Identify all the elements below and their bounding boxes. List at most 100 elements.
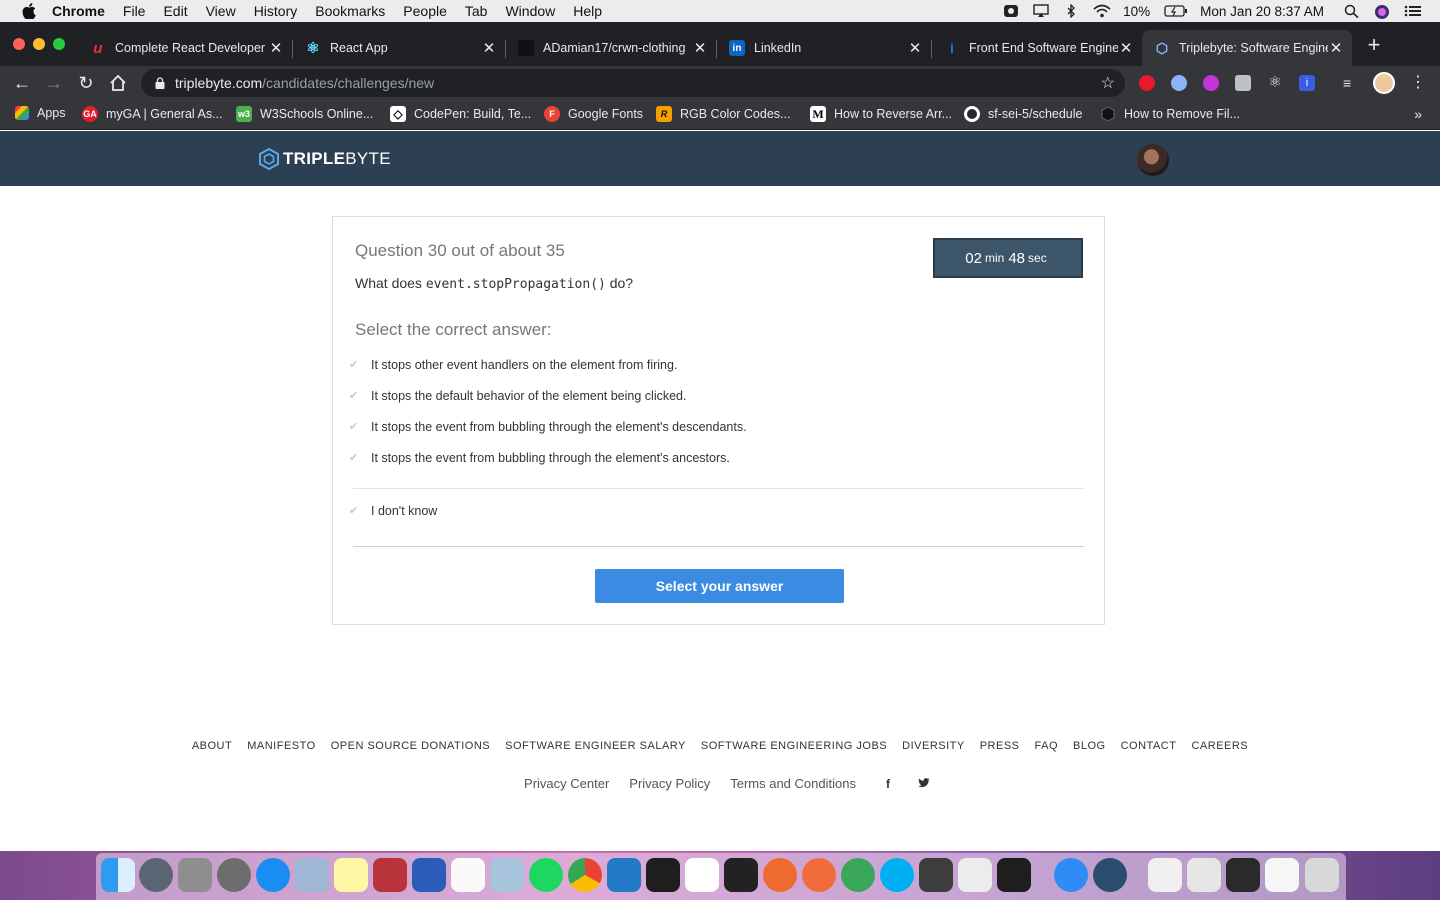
- forward-icon[interactable]: →: [43, 72, 65, 94]
- tab-front-end-engineer[interactable]: i Front End Software Enginee ✕: [932, 30, 1142, 66]
- address-bar[interactable]: triplebyte.com/candidates/challenges/new…: [141, 69, 1125, 97]
- twitter-icon[interactable]: [918, 777, 930, 791]
- footer-link-privacy-policy[interactable]: Privacy Policy: [629, 776, 710, 791]
- footer-link-careers[interactable]: CAREERS: [1191, 740, 1248, 752]
- menu-edit[interactable]: Edit: [163, 3, 187, 19]
- close-tab-icon[interactable]: ✕: [907, 39, 923, 57]
- slack-icon[interactable]: [685, 858, 719, 892]
- postman-icon[interactable]: [802, 858, 836, 892]
- menu-people[interactable]: People: [403, 3, 447, 19]
- clock[interactable]: Mon Jan 20 8:37 AM: [1200, 4, 1324, 19]
- footer-link-blog[interactable]: BLOG: [1073, 740, 1106, 752]
- terminal-icon[interactable]: [646, 858, 680, 892]
- bookmark-rgb-color-codes[interactable]: R RGB Color Codes...: [656, 106, 790, 122]
- bookmark-medium[interactable]: M How to Reverse Arr...: [810, 106, 952, 122]
- bookmark-apps[interactable]: Apps: [15, 106, 66, 120]
- extension-blue-circle-icon[interactable]: [1171, 75, 1187, 91]
- bookmarks-overflow-icon[interactable]: »: [1414, 106, 1422, 122]
- close-tab-icon[interactable]: ✕: [481, 39, 497, 57]
- menu-history[interactable]: History: [254, 3, 298, 19]
- footer-link-open-source-donations[interactable]: OPEN SOURCE DONATIONS: [331, 740, 490, 752]
- footer-link-press[interactable]: PRESS: [980, 740, 1020, 752]
- close-tab-icon[interactable]: ✕: [268, 39, 284, 57]
- back-icon[interactable]: ←: [11, 72, 33, 94]
- close-tab-icon[interactable]: ✕: [1328, 39, 1344, 57]
- tab-react-app[interactable]: ⚛ React App ✕: [293, 30, 505, 66]
- airplay-icon[interactable]: [1033, 4, 1049, 18]
- printer-icon[interactable]: [919, 858, 953, 892]
- vscode-icon[interactable]: [607, 858, 641, 892]
- reload-icon[interactable]: ↻: [75, 72, 97, 94]
- chrome-menu-icon[interactable]: ⋮: [1410, 75, 1426, 91]
- trash-icon[interactable]: [1305, 858, 1339, 892]
- spotlight-search-icon[interactable]: [1344, 4, 1360, 19]
- menu-window[interactable]: Window: [505, 3, 555, 19]
- bluetooth-icon[interactable]: [1063, 3, 1079, 19]
- answer-option[interactable]: ✔ It stops the default behavior of the e…: [349, 389, 686, 403]
- footer-link-privacy-center[interactable]: Privacy Center: [524, 776, 609, 791]
- finder-icon[interactable]: [101, 858, 135, 892]
- bookmark-codepen[interactable]: ◇ CodePen: Build, Te...: [390, 106, 531, 122]
- menu-app-name[interactable]: Chrome: [52, 3, 105, 19]
- bookmark-myga[interactable]: GA myGA | General As...: [82, 106, 223, 122]
- footer-link-terms[interactable]: Terms and Conditions: [730, 776, 856, 791]
- extension-gray-icon[interactable]: [1235, 75, 1251, 91]
- photos-icon[interactable]: [490, 858, 524, 892]
- extension-purple-icon[interactable]: [1203, 75, 1219, 91]
- apple-menu-icon[interactable]: [20, 2, 38, 20]
- user-avatar[interactable]: [1137, 144, 1169, 176]
- tab-triplebyte[interactable]: ⬡ Triplebyte: Software Engine ✕: [1142, 30, 1352, 66]
- word-icon[interactable]: [412, 858, 446, 892]
- launchpad-icon[interactable]: [139, 858, 173, 892]
- sublime-icon[interactable]: [763, 858, 797, 892]
- spotify-icon[interactable]: [529, 858, 563, 892]
- preview-icon[interactable]: [295, 858, 329, 892]
- minimized-window-icon[interactable]: [1187, 858, 1221, 892]
- bookmark-github-schedule[interactable]: sf-sei-5/schedule: [964, 106, 1083, 122]
- react-devtools-icon[interactable]: ⚛: [1267, 75, 1283, 91]
- minimized-window-icon[interactable]: [1265, 858, 1299, 892]
- bookmark-remove-files[interactable]: How to Remove Fil...: [1100, 106, 1240, 122]
- menu-tab[interactable]: Tab: [465, 3, 488, 19]
- quicktime-icon[interactable]: [1093, 858, 1127, 892]
- extension-info-icon[interactable]: i: [1299, 75, 1315, 91]
- close-window-button[interactable]: [13, 38, 25, 50]
- bookmark-star-icon[interactable]: ☆: [1101, 73, 1115, 93]
- minimized-window-icon[interactable]: [1148, 858, 1182, 892]
- calendar-icon[interactable]: [451, 858, 485, 892]
- profile-avatar-icon[interactable]: [1373, 72, 1395, 94]
- home-icon[interactable]: [107, 72, 129, 94]
- answer-option[interactable]: ✔ It stops the event from bubbling throu…: [349, 451, 730, 465]
- footer-link-diversity[interactable]: DIVERSITY: [902, 740, 965, 752]
- select-answer-button[interactable]: Select your answer: [595, 569, 844, 603]
- tab-linkedin[interactable]: in LinkedIn ✕: [717, 30, 931, 66]
- menu-help[interactable]: Help: [573, 3, 602, 19]
- media-controls-icon[interactable]: ≡: [1343, 75, 1359, 91]
- notification-center-icon[interactable]: [1404, 4, 1421, 18]
- extension-red-icon[interactable]: [1139, 75, 1155, 91]
- footer-link-salary[interactable]: SOFTWARE ENGINEER SALARY: [505, 740, 686, 752]
- robo3t-icon[interactable]: [841, 858, 875, 892]
- minimized-window-icon[interactable]: [1226, 858, 1260, 892]
- answer-option[interactable]: ✔ It stops other event handlers on the e…: [349, 358, 677, 372]
- dont-know-option[interactable]: ✔ I don't know: [349, 504, 437, 518]
- close-tab-icon[interactable]: ✕: [692, 39, 708, 57]
- textedit-icon[interactable]: [958, 858, 992, 892]
- figma-icon[interactable]: [997, 858, 1031, 892]
- minimize-window-button[interactable]: [33, 38, 45, 50]
- facebook-icon[interactable]: f: [886, 777, 890, 791]
- notes-icon[interactable]: [334, 858, 368, 892]
- close-tab-icon[interactable]: ✕: [1118, 39, 1134, 57]
- battery-icon[interactable]: [1164, 4, 1188, 18]
- messages-icon[interactable]: [1054, 858, 1088, 892]
- activity-monitor-icon[interactable]: [724, 858, 758, 892]
- footer-link-jobs[interactable]: SOFTWARE ENGINEERING JOBS: [701, 740, 887, 752]
- bookmark-w3schools[interactable]: w3 W3Schools Online...: [236, 106, 373, 122]
- system-utility-icon[interactable]: [178, 858, 212, 892]
- menu-view[interactable]: View: [206, 3, 236, 19]
- footer-link-faq[interactable]: FAQ: [1035, 740, 1059, 752]
- zoom-window-button[interactable]: [53, 38, 65, 50]
- system-preferences-icon[interactable]: [217, 858, 251, 892]
- chrome-icon[interactable]: [568, 858, 602, 892]
- menu-file[interactable]: File: [123, 3, 146, 19]
